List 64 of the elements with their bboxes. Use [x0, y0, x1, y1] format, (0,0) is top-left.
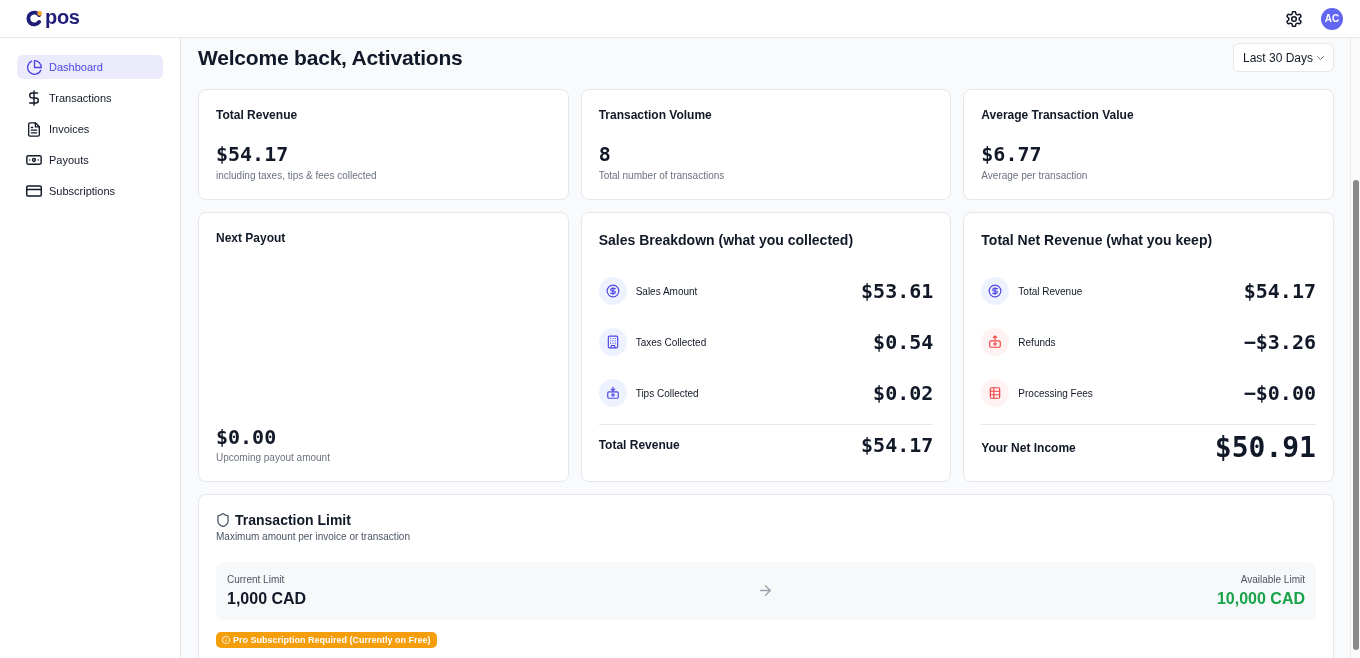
payout-title: Next Payout: [216, 231, 287, 246]
line-item-label: Total Revenue: [1018, 285, 1084, 297]
info-icon: [222, 636, 230, 644]
logo-text: pos: [45, 7, 80, 27]
line-item-label: Taxes Collected: [635, 336, 708, 348]
limit-value: 10,000 CAD: [1216, 589, 1305, 609]
limit-label: Available Limit: [1240, 574, 1305, 586]
payout-value: $0.00: [216, 425, 278, 449]
net-income-amount: $50.91: [1214, 433, 1316, 463]
total-label: Total Revenue: [598, 438, 680, 452]
dollar-circle-icon: [981, 277, 1010, 305]
sidebar-item[interactable]: Payouts: [17, 148, 163, 172]
stat-caption: including taxes, tips & fees collected: [216, 170, 378, 182]
building-icon: [598, 328, 627, 356]
sidebar-item[interactable]: Dashboard: [17, 55, 163, 79]
total-amount: $54.17: [861, 433, 934, 457]
pie-chart-icon: [26, 59, 42, 75]
sidebar-item[interactable]: Invoices: [17, 117, 163, 141]
arrow-right-icon: [760, 585, 772, 596]
caret-icon: [1317, 55, 1324, 60]
document-icon: [28, 121, 40, 137]
limit-label: Current Limit: [227, 574, 285, 586]
line-item-amount: $54.17: [1243, 279, 1316, 303]
line-item-amount: −$3.26: [1243, 330, 1316, 354]
card-subtitle: Maximum amount per invoice or transaction: [216, 531, 411, 543]
limit-value: 1,000 CAD: [227, 589, 307, 609]
line-item-label: Refunds: [1018, 336, 1057, 348]
card-title: Transaction Limit: [235, 512, 351, 528]
payout-caption: Upcoming payout amount: [216, 452, 331, 464]
dollar-sign-icon: [29, 90, 39, 106]
stat-title: Average Transaction Value: [981, 108, 1135, 123]
line-item-amount: $0.02: [873, 381, 934, 405]
line-item-label: Processing Fees: [1018, 387, 1094, 399]
stat-caption: Average per transaction: [981, 170, 1089, 182]
notice-text: Pro Subscription Required (Currently on Free): [233, 635, 431, 645]
stat-value: 8: [598, 142, 612, 166]
sidebar-item[interactable]: Transactions: [17, 86, 163, 110]
card-title: Total Net Revenue (what you keep): [981, 231, 1214, 249]
date-range-dropdown[interactable]: Last 30 Days: [1232, 43, 1334, 72]
line-item-label: Sales Amount: [635, 285, 699, 297]
dollar-circle-icon: [598, 277, 627, 305]
avatar[interactable]: AC: [1321, 7, 1343, 30]
total-label: Your Net Income: [981, 441, 1076, 455]
page-title: Welcome back, Activations: [198, 45, 463, 70]
shield-icon: [217, 513, 229, 527]
credit-card-icon: [26, 185, 42, 197]
stacked-bills-icon: [981, 379, 1010, 407]
stat-caption: Total number of transactions: [598, 170, 726, 182]
card-title: Sales Breakdown (what you collected): [598, 231, 855, 249]
banknote-icon: [26, 155, 42, 165]
line-item-amount: $0.54: [873, 330, 934, 354]
stat-title: Total Revenue: [216, 108, 299, 123]
stat-title: Transaction Volume: [598, 108, 713, 123]
line-item-amount: $53.61: [861, 279, 934, 303]
tray-arrow-down-icon: [598, 379, 627, 407]
scrollbar-thumb[interactable]: [1352, 180, 1359, 650]
line-item-label: Tips Collected: [635, 387, 700, 399]
stat-value: $6.77: [981, 142, 1043, 166]
tray-arrow-up-icon: [981, 328, 1010, 356]
settings-icon[interactable]: [1286, 10, 1302, 27]
sidebar-item[interactable]: Subscriptions: [17, 179, 163, 203]
stat-value: $54.17: [216, 142, 290, 166]
logo-mark-icon: [26, 10, 43, 27]
line-item-amount: −$0.00: [1243, 381, 1316, 405]
